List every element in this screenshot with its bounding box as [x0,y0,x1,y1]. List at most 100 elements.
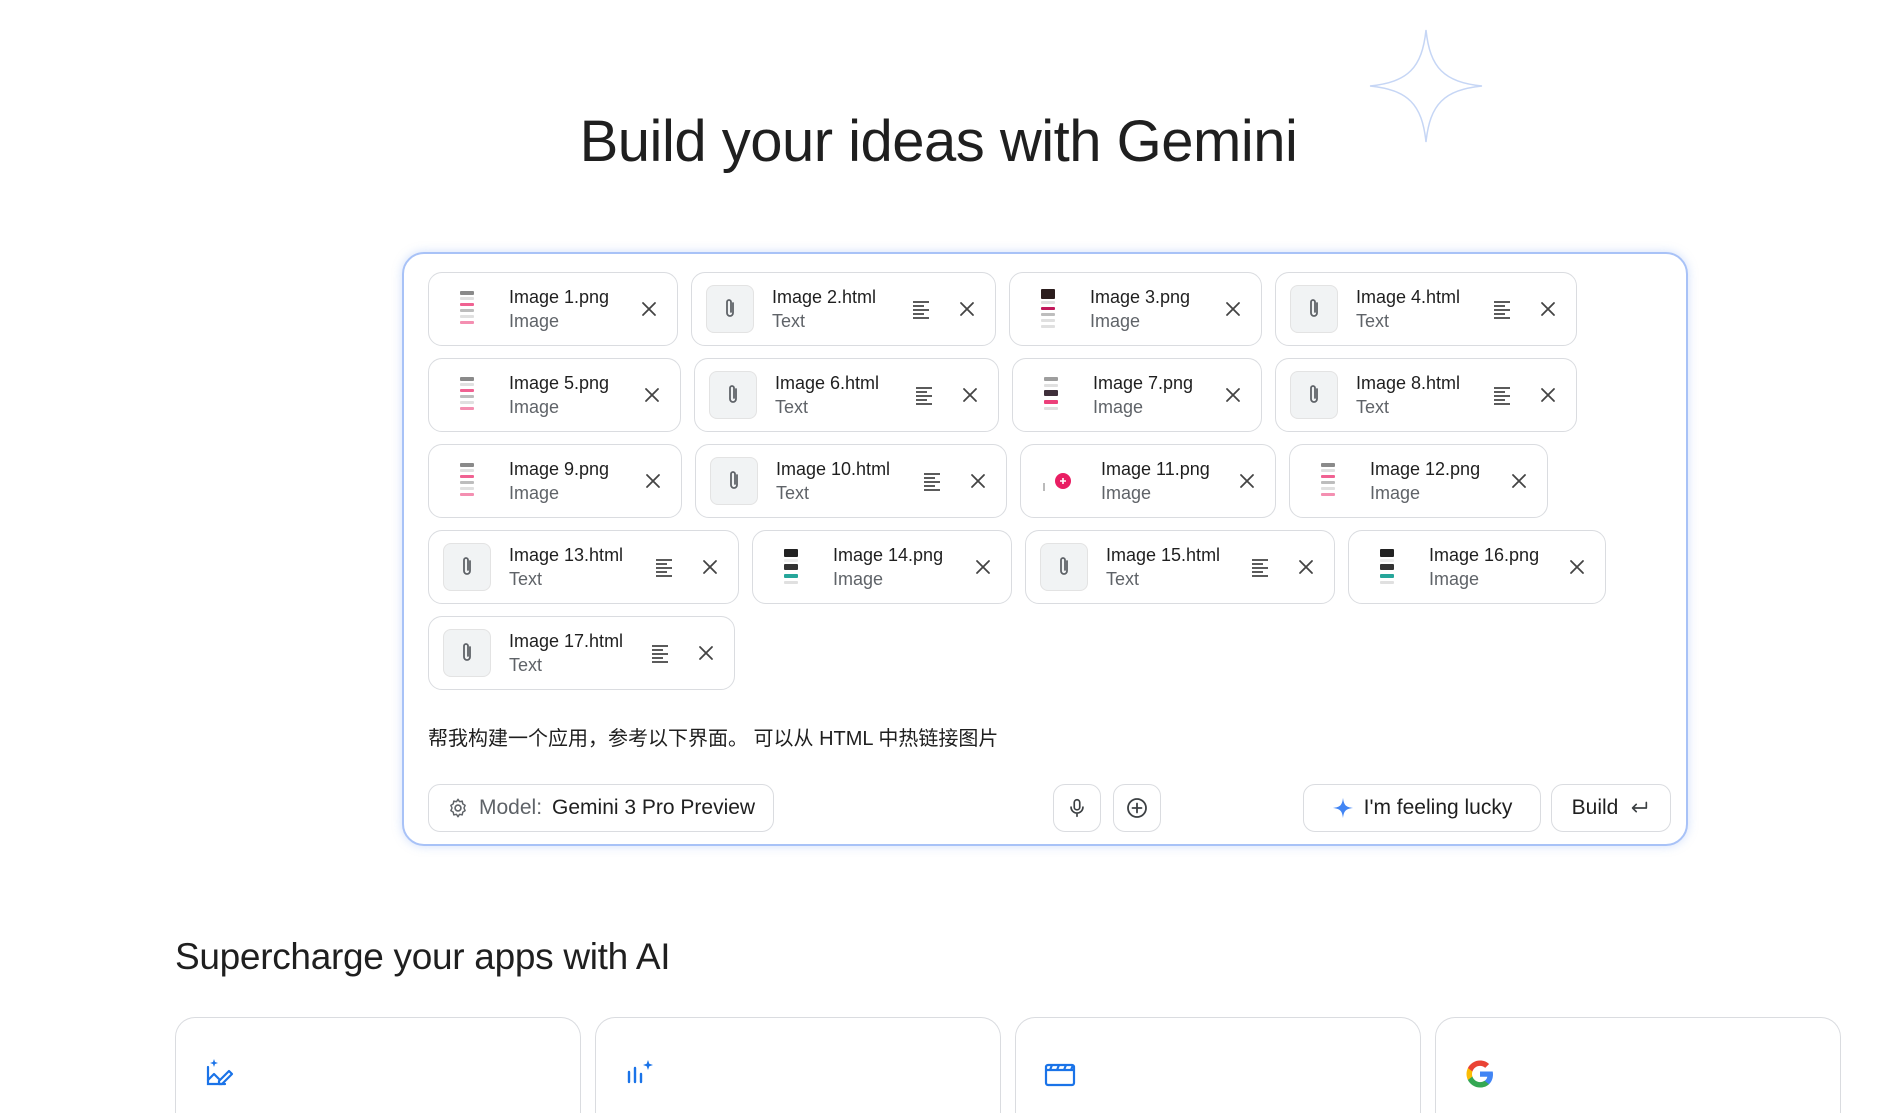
text-lines-icon[interactable] [918,467,946,495]
close-icon[interactable] [964,467,992,495]
attachment-row: Image 9.png Image Image 10.html Text Image 1… [428,444,1668,518]
attachment-name: Image 8.html [1356,373,1461,393]
attachment-chip[interactable]: Image 8.html Text [1275,358,1577,432]
attachment-chip[interactable]: Image 14.png Image [752,530,1012,604]
close-icon[interactable] [1534,381,1562,409]
close-icon[interactable] [1292,553,1320,581]
text-lines-icon[interactable] [1246,553,1274,581]
attachment-name: Image 11.png [1101,459,1210,479]
attachment-kind: Image [1093,397,1144,417]
close-icon[interactable] [638,381,666,409]
google-g-icon [1466,1060,1493,1088]
model-value: Gemini 3 Pro Preview [552,796,756,819]
attachment-meta: Image 16.png Image [1429,543,1551,591]
attachment-kind: Image [1370,483,1421,503]
attachment-chip[interactable]: Image 12.png Image [1289,444,1548,518]
attachment-chip[interactable]: Image 15.html Text [1025,530,1335,604]
attachment-meta: Image 15.html Text [1106,543,1234,591]
close-icon[interactable] [1233,467,1261,495]
feature-cards [175,1017,1877,1113]
close-icon[interactable] [639,467,667,495]
feature-card-image-editing[interactable] [175,1017,581,1113]
prompt-input[interactable]: 帮我构建一个应用，参考以下界面。 可以从 HTML 中热链接图片 [428,722,998,751]
text-lines-icon[interactable] [650,553,678,581]
close-icon[interactable] [969,553,997,581]
attachment-kind: Text [775,397,809,417]
close-icon[interactable] [1563,553,1591,581]
attachment-kind: Text [772,311,806,331]
text-lines-icon[interactable] [910,381,938,409]
attachment-chip[interactable]: Image 10.html Text [695,444,1007,518]
attachment-meta: Image 12.png Image [1370,457,1493,505]
close-icon[interactable] [692,639,720,667]
attachment-chip[interactable]: Image 7.png Image [1012,358,1262,432]
close-icon[interactable] [956,381,984,409]
close-icon[interactable] [696,553,724,581]
attachment-chip[interactable]: Image 4.html Text [1275,272,1577,346]
attachment-meta: Image 8.html Text [1356,371,1476,419]
close-icon[interactable] [635,295,663,323]
enter-arrow-icon [1632,801,1648,813]
feeling-lucky-button[interactable]: I'm feeling lucky [1303,784,1541,832]
close-icon[interactable] [1534,295,1562,323]
prompt-composer[interactable]: Image 1.png Image Image 2.html Text Image 3.… [402,252,1688,846]
attachment-kind: Image [509,311,560,331]
text-lines-icon[interactable] [646,639,674,667]
close-icon[interactable] [1505,467,1533,495]
attachment-name: Image 6.html [775,373,880,393]
attachment-actions [969,553,997,581]
attachment-kind: Image [833,569,884,589]
add-button[interactable] [1113,784,1161,832]
attachment-kind: Image [509,483,560,503]
attachment-row: Image 13.html Text Image 14.png Image Image … [428,530,1668,604]
build-button[interactable]: Build [1551,784,1671,832]
close-icon[interactable] [1219,381,1247,409]
feature-card-video[interactable] [1015,1017,1421,1113]
attachment-meta: Image 2.html Text [772,285,895,333]
attachment-chip[interactable]: Image 2.html Text [691,272,996,346]
attachment-chip[interactable]: Image 9.png Image [428,444,682,518]
attachment-name: Image 3.png [1090,287,1191,307]
feeling-lucky-label: I'm feeling lucky [1363,796,1513,819]
attachment-chip[interactable]: Image 11.png Image [1020,444,1276,518]
attachment-chip[interactable]: Image 6.html Text [694,358,999,432]
attachment-name: Image 16.png [1429,545,1540,565]
text-lines-icon[interactable] [1488,381,1516,409]
page-title: Build your ideas with Gemini [579,109,1298,174]
attachment-name: Image 1.png [509,287,610,307]
attachment-name: Image 15.html [1106,545,1221,565]
attachment-name: Image 4.html [1356,287,1461,307]
paperclip-icon [706,285,754,333]
attachment-chip[interactable]: Image 16.png Image [1348,530,1606,604]
attachment-meta: Image 14.png Image [833,543,957,591]
attachment-list: Image 1.png Image Image 2.html Text Image 3.… [428,272,1668,702]
paperclip-icon [443,629,491,677]
attachment-actions [1233,467,1261,495]
image-thumbnail [1363,543,1411,591]
attachment-meta: Image 6.html Text [775,371,898,419]
attachment-name: Image 7.png [1093,373,1194,393]
microphone-button[interactable] [1053,784,1101,832]
feature-card-audio[interactable] [595,1017,1001,1113]
attachment-kind: Text [1356,397,1390,417]
attachment-chip[interactable]: Image 13.html Text [428,530,739,604]
attachment-name: Image 17.html [509,631,624,651]
attachment-chip[interactable]: Image 3.png Image [1009,272,1262,346]
paperclip-icon [1040,543,1088,591]
attachment-kind: Text [509,655,543,675]
model-selector-button[interactable]: Model: Gemini 3 Pro Preview [428,784,775,832]
text-lines-icon[interactable] [1488,295,1516,323]
text-lines-icon[interactable] [907,295,935,323]
close-icon[interactable] [1219,295,1247,323]
image-thumbnail [767,543,815,591]
attachment-chip[interactable]: Image 17.html Text [428,616,735,690]
microphone-icon [1070,798,1084,818]
attachment-meta: Image 13.html Text [509,543,638,591]
feature-card-google-search[interactable] [1435,1017,1841,1113]
attachment-chip[interactable]: Image 1.png Image [428,272,678,346]
attachment-kind: Image [1090,311,1141,331]
attachment-kind: Text [1106,569,1140,589]
close-icon[interactable] [953,295,981,323]
attachment-actions [1505,467,1533,495]
attachment-chip[interactable]: Image 5.png Image [428,358,681,432]
